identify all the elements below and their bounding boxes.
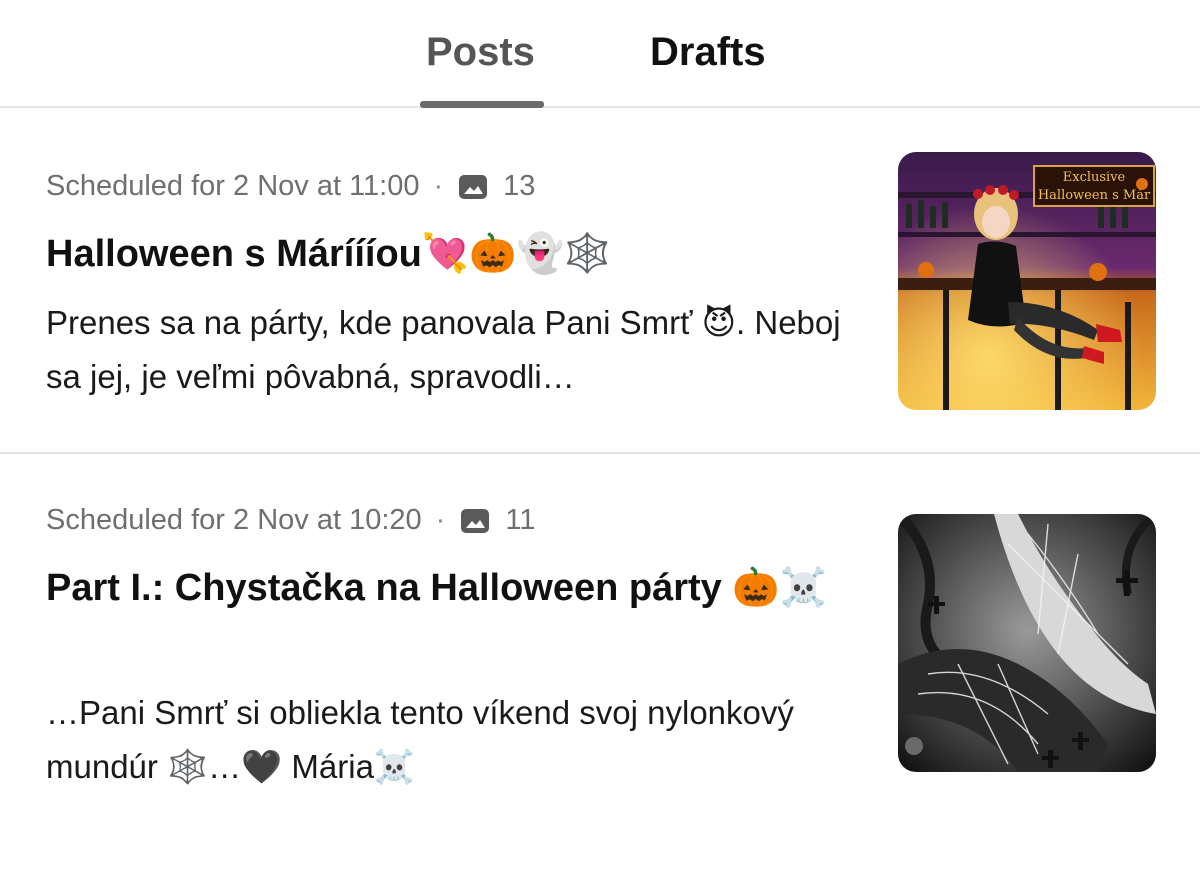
post-thumbnail[interactable] (898, 514, 1156, 772)
post-title[interactable]: Halloween s Máríííou💘🎃👻🕸️ (46, 226, 836, 282)
meta-separator: · (433, 170, 444, 202)
meta-separator: · (435, 504, 446, 536)
image-icon (457, 171, 489, 203)
thumbnail-badge-line1: Exclusive (1063, 170, 1126, 185)
post-excerpt: Prenes sa na párty, kde panovala Pani Sm… (46, 304, 841, 395)
tab-drafts[interactable]: Drafts (650, 26, 766, 78)
image-icon (459, 505, 491, 537)
scheduled-time: Scheduled for 2 Nov at 11:00 (46, 170, 420, 202)
scheduled-time: Scheduled for 2 Nov at 10:20 (46, 504, 422, 536)
post-card[interactable]: Scheduled for 2 Nov at 10:20 · 11 Part I… (0, 456, 1200, 880)
post-excerpt: …Pani Smrť si obliekla tento víkend svoj… (46, 694, 794, 785)
post-meta: Scheduled for 2 Nov at 11:00 · 13 (46, 170, 535, 203)
post-thumbnail[interactable]: Exclusive Halloween s Már (898, 152, 1156, 410)
image-count: 13 (503, 170, 536, 202)
active-tab-indicator (420, 101, 544, 108)
post-card[interactable]: Scheduled for 2 Nov at 11:00 · 13 Hallow… (0, 110, 1200, 454)
post-title[interactable]: Part I.: Chystačka na Halloween párty 🎃☠… (46, 560, 836, 616)
image-count: 11 (505, 504, 536, 536)
thumbnail-badge-line2: Halloween s Már (1038, 188, 1151, 203)
post-meta: Scheduled for 2 Nov at 10:20 · 11 (46, 504, 535, 537)
tab-posts[interactable]: Posts (426, 26, 535, 78)
tab-bar: Posts Drafts (0, 0, 1200, 108)
